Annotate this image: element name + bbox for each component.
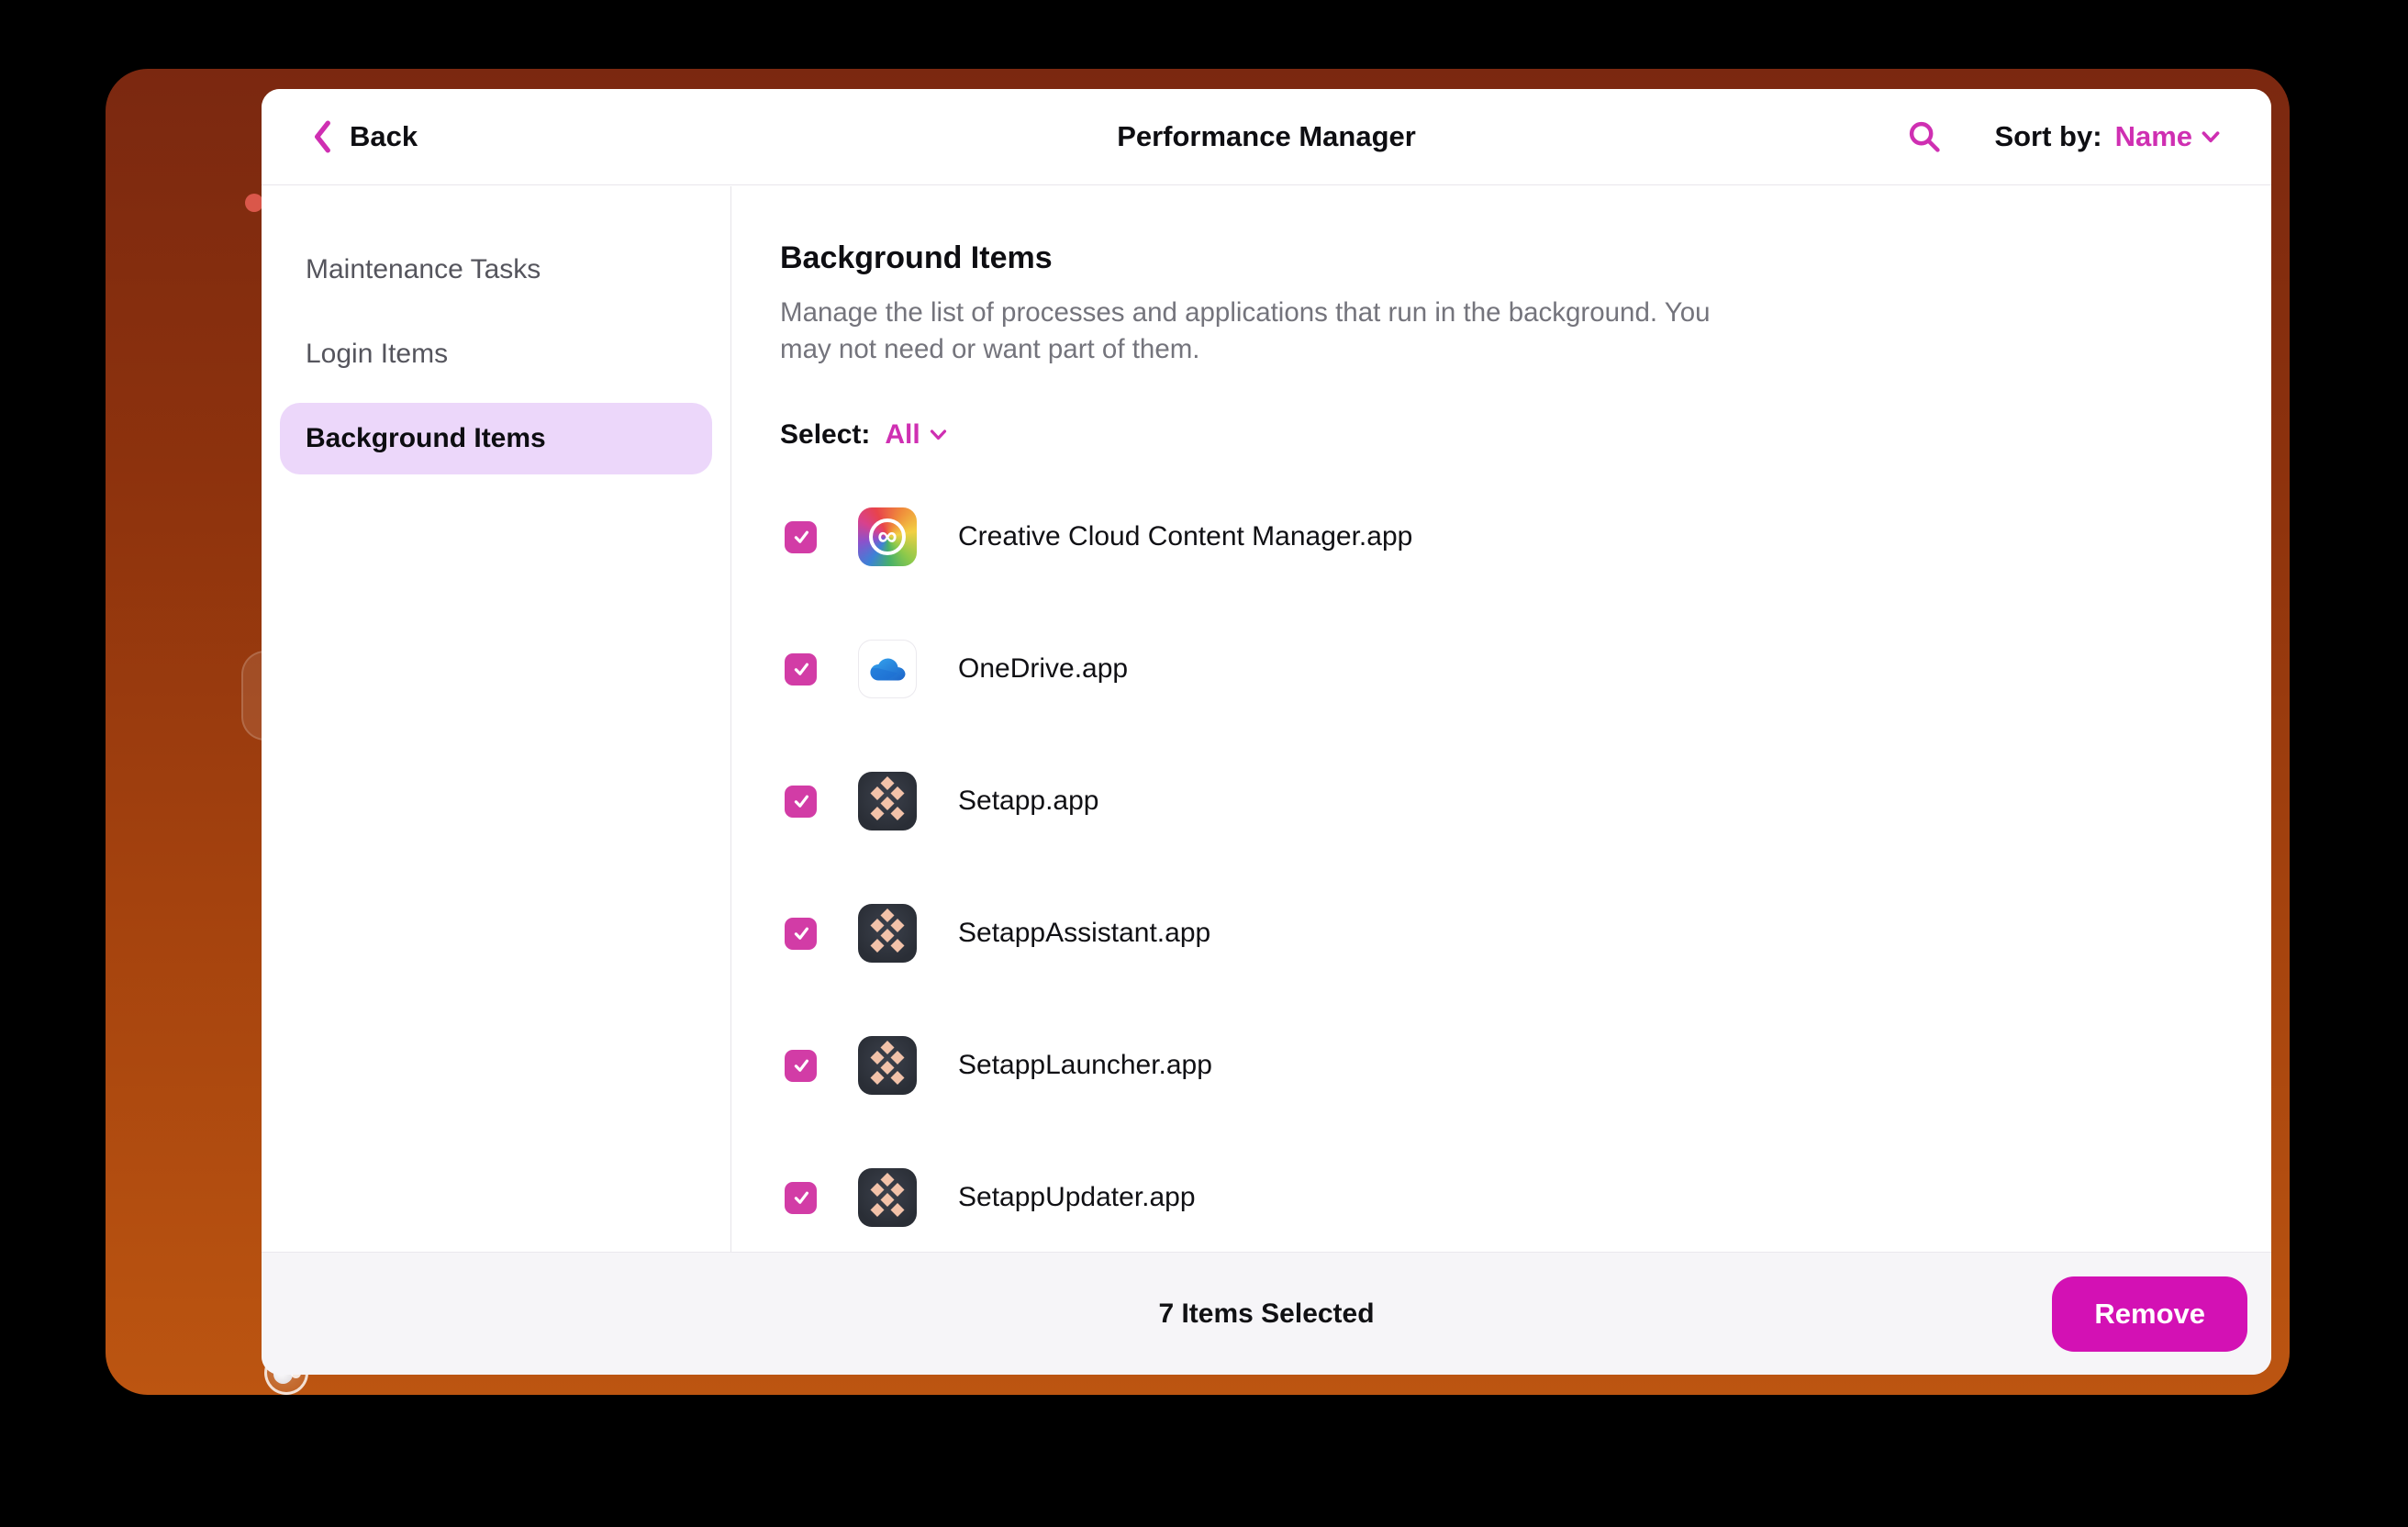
sort-by-label: Sort by: <box>1994 120 2101 153</box>
checkmark-icon <box>790 922 812 944</box>
app-name: OneDrive.app <box>958 653 1128 685</box>
nav-item-label: Maintenance Tasks <box>306 254 541 285</box>
chevron-down-icon <box>930 429 947 440</box>
back-label: Back <box>350 120 418 153</box>
background-items-list: ∞ Creative Cloud Content Manager.app <box>780 471 2235 1252</box>
section-nav: Maintenance Tasks Login Items Background… <box>262 186 731 1252</box>
search-icon[interactable] <box>1906 118 1943 155</box>
app-window: Back Performance Manager Sort by: Name <box>106 69 2290 1395</box>
app-name: Creative Cloud Content Manager.app <box>958 521 1412 552</box>
sidebar-dock <box>106 69 262 1395</box>
app-name: SetappAssistant.app <box>958 918 1210 949</box>
app-name: SetappUpdater.app <box>958 1182 1196 1213</box>
checkbox-checked[interactable] <box>785 1182 817 1214</box>
setapp-app-icon <box>858 904 917 963</box>
checkbox-checked[interactable] <box>785 786 817 818</box>
sort-by-dropdown[interactable]: Sort by: Name <box>1994 120 2220 153</box>
nav-item-label: Background Items <box>306 423 546 454</box>
app-name: Setapp.app <box>958 786 1098 817</box>
page-title: Performance Manager <box>1117 120 1416 153</box>
setapp-app-icon <box>858 772 917 830</box>
checkmark-icon <box>790 658 812 680</box>
screenshot-stage: Back Performance Manager Sort by: Name <box>0 0 2408 1527</box>
checkbox-checked[interactable] <box>785 521 817 553</box>
setapp-app-icon <box>858 1168 917 1227</box>
checkbox-checked[interactable] <box>785 918 817 950</box>
list-item[interactable]: ∞ Creative Cloud Content Manager.app <box>780 471 2235 603</box>
nav-item-label: Login Items <box>306 339 448 370</box>
remove-button[interactable]: Remove <box>2052 1276 2247 1352</box>
checkmark-icon <box>790 526 812 548</box>
nav-item-maintenance-tasks[interactable]: Maintenance Tasks <box>280 234 712 306</box>
toolbar: Back Performance Manager Sort by: Name <box>262 89 2271 185</box>
list-item[interactable]: SetappLauncher.app <box>780 999 2235 1131</box>
app-name: SetappLauncher.app <box>958 1050 1212 1081</box>
nav-item-login-items[interactable]: Login Items <box>280 318 712 390</box>
list-item[interactable]: SetappUpdater.app <box>780 1131 2235 1252</box>
selection-status: 7 Items Selected <box>1158 1299 1374 1330</box>
creative-cloud-app-icon: ∞ <box>858 507 917 566</box>
selection-footer: 7 Items Selected Remove <box>262 1252 2271 1375</box>
list-item[interactable]: OneDrive.app <box>780 603 2235 735</box>
list-item[interactable]: Setapp.app <box>780 735 2235 867</box>
onedrive-app-icon <box>858 640 917 698</box>
select-all-dropdown[interactable]: All <box>885 419 946 451</box>
nav-item-background-items[interactable]: Background Items <box>280 403 712 474</box>
checkmark-icon <box>790 790 812 812</box>
sort-by-value: Name <box>2115 120 2192 153</box>
checkmark-icon <box>790 1187 812 1209</box>
chevron-down-icon <box>2202 131 2220 143</box>
checkbox-checked[interactable] <box>785 1050 817 1082</box>
select-label: Select: <box>780 419 870 451</box>
list-item[interactable]: SetappAssistant.app <box>780 867 2235 999</box>
back-button[interactable]: Back <box>313 120 418 153</box>
checkmark-icon <box>790 1054 812 1076</box>
panel-heading: Background Items <box>780 238 2235 278</box>
chevron-left-icon <box>313 120 333 153</box>
content-card: Back Performance Manager Sort by: Name <box>262 89 2271 1375</box>
panel-description: Manage the list of processes and applica… <box>780 295 1753 368</box>
background-items-panel: Background Items Manage the list of proc… <box>731 186 2271 1252</box>
checkbox-checked[interactable] <box>785 653 817 685</box>
setapp-app-icon <box>858 1036 917 1095</box>
select-value: All <box>885 419 920 451</box>
